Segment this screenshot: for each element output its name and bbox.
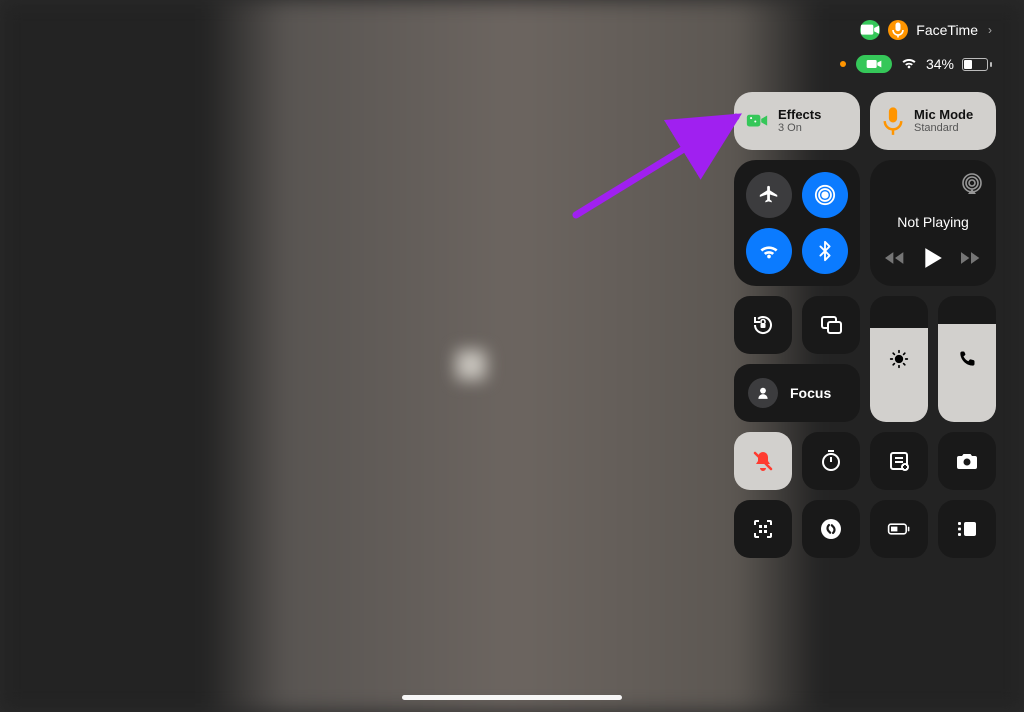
mic-mode-title: Mic Mode: [914, 107, 973, 123]
video-effects-icon: [746, 110, 768, 132]
brightness-slider[interactable]: [870, 296, 928, 422]
silent-mode-toggle[interactable]: [734, 432, 792, 490]
airplane-mode-toggle[interactable]: [746, 172, 792, 218]
connectivity-tile[interactable]: [734, 160, 860, 286]
stage-manager-toggle[interactable]: [938, 500, 996, 558]
media-now-playing: Not Playing: [882, 214, 984, 230]
chevron-right-icon: ›: [988, 23, 992, 37]
airdrop-toggle[interactable]: [802, 172, 848, 218]
bluetooth-toggle[interactable]: [802, 228, 848, 274]
brightness-icon: [870, 349, 928, 369]
shazam-button[interactable]: [802, 500, 860, 558]
media-tile[interactable]: Not Playing: [870, 160, 996, 286]
background-highlight: [456, 350, 486, 380]
statusbar-system-row: 34%: [840, 55, 992, 73]
orientation-lock-toggle[interactable]: [734, 296, 792, 354]
home-indicator[interactable]: [402, 695, 622, 700]
timer-button[interactable]: [802, 432, 860, 490]
effects-title: Effects: [778, 107, 821, 123]
mic-dot-icon: [840, 61, 846, 67]
quick-note-button[interactable]: [870, 432, 928, 490]
low-power-mode-toggle[interactable]: [870, 500, 928, 558]
focus-label: Focus: [790, 385, 831, 401]
mic-mode-tile[interactable]: Mic Mode Standard: [870, 92, 996, 150]
effects-tile[interactable]: Effects 3 On: [734, 92, 860, 150]
camera-active-pill-icon: [860, 20, 880, 40]
mic-mode-icon: [882, 110, 904, 132]
focus-button[interactable]: Focus: [734, 364, 860, 422]
statusbar-app-name[interactable]: FaceTime: [916, 22, 978, 38]
media-next-icon[interactable]: [961, 250, 981, 271]
effects-sub: 3 On: [778, 122, 821, 135]
focus-icon: [748, 378, 778, 408]
camera-button[interactable]: [938, 432, 996, 490]
camera-in-use-indicator[interactable]: [856, 55, 892, 73]
wifi-icon: [900, 56, 918, 73]
airplay-icon[interactable]: [960, 172, 984, 196]
phone-icon: [938, 349, 996, 369]
screen-mirroring-button[interactable]: [802, 296, 860, 354]
wifi-toggle[interactable]: [746, 228, 792, 274]
battery-percent: 34%: [926, 56, 954, 72]
control-center: Effects 3 On Mic Mode Standard: [734, 92, 996, 558]
media-prev-icon[interactable]: [885, 250, 905, 271]
mic-active-pill-icon: [888, 20, 908, 40]
battery-icon: [962, 58, 992, 71]
media-play-icon[interactable]: [923, 247, 943, 274]
qr-scanner-button[interactable]: [734, 500, 792, 558]
statusbar-app-row: FaceTime ›: [860, 20, 992, 40]
volume-slider[interactable]: [938, 296, 996, 422]
mic-mode-sub: Standard: [914, 122, 973, 135]
